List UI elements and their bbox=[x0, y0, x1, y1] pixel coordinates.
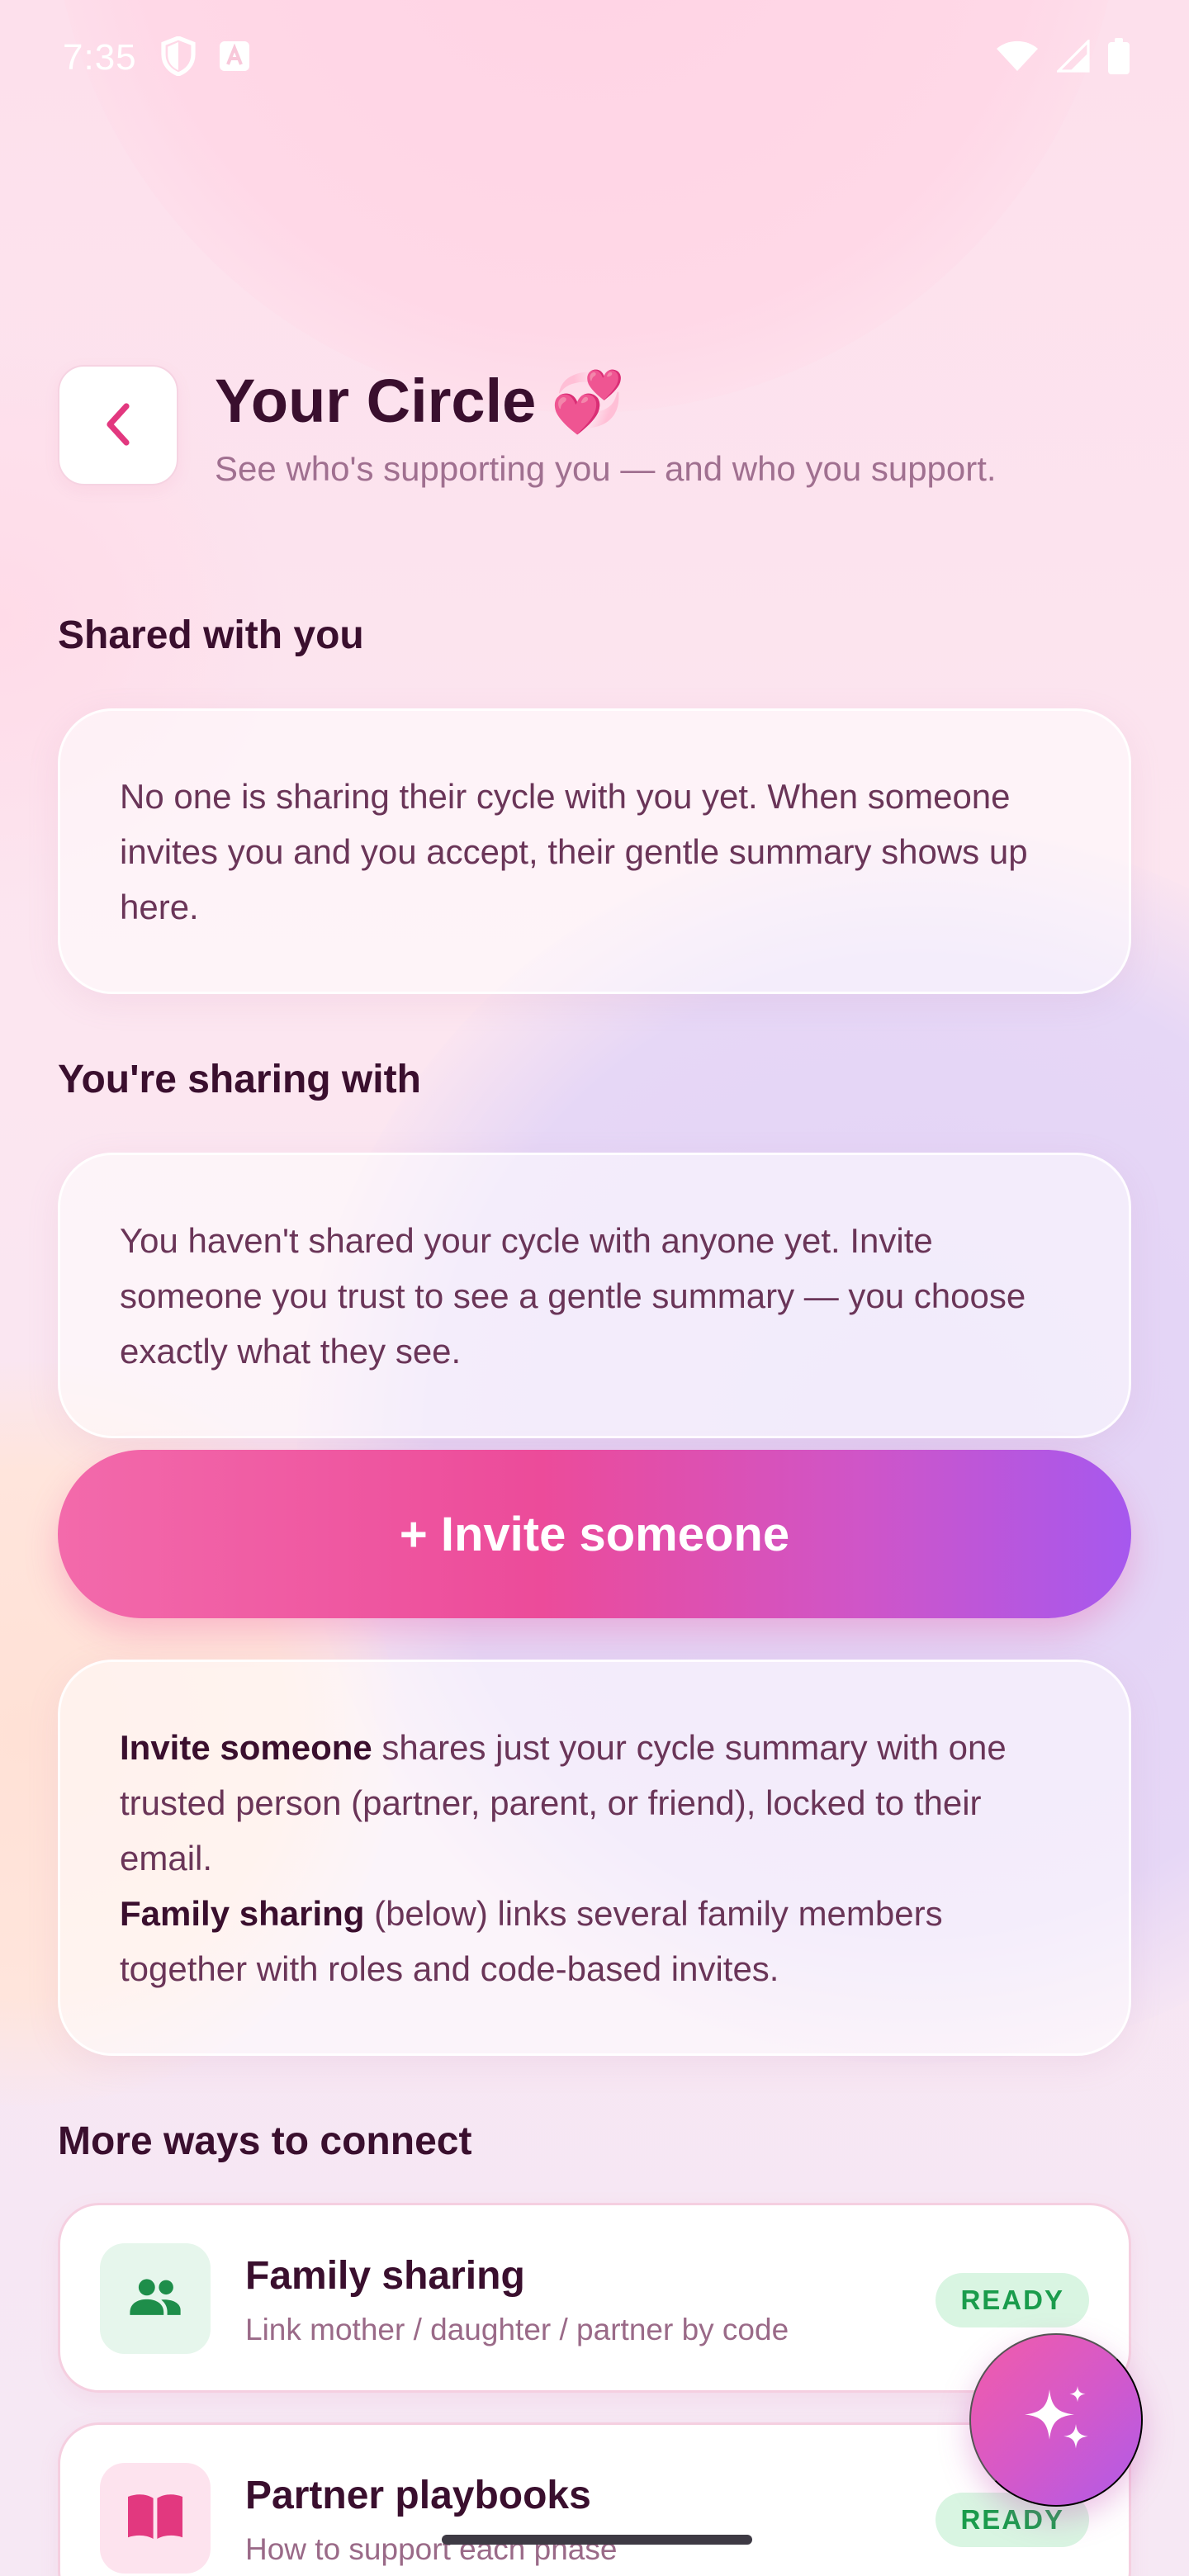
shared-with-you-empty-card: No one is sharing their cycle with you y… bbox=[58, 708, 1131, 994]
page-subtitle: See who's supporting you — and who you s… bbox=[215, 449, 997, 488]
ai-assistant-fab[interactable] bbox=[969, 2333, 1143, 2507]
hearts-emoji: 💞 bbox=[551, 367, 625, 437]
family-sharing-term: Family sharing bbox=[120, 1894, 365, 1933]
wifi-icon bbox=[996, 40, 1039, 77]
shared-with-you-empty-text: No one is sharing their cycle with you y… bbox=[120, 777, 1028, 926]
feature-title: Family sharing bbox=[245, 2254, 525, 2298]
book-icon bbox=[126, 2489, 185, 2548]
battery-icon bbox=[1108, 37, 1130, 78]
status-time: 7:35 bbox=[63, 37, 137, 78]
sharing-info-card: Invite someone shares just your cycle su… bbox=[58, 1660, 1131, 2056]
page-header: Your Circle 💞 See who's supporting you —… bbox=[58, 365, 1131, 497]
invite-someone-button[interactable]: + Invite someone bbox=[58, 1450, 1131, 1618]
people-icon bbox=[126, 2268, 184, 2330]
back-button[interactable] bbox=[58, 365, 178, 485]
section-title-shared-with-you: Shared with you bbox=[58, 613, 364, 657]
page-title-text: Your Circle bbox=[215, 367, 537, 435]
feature-icon-tile bbox=[100, 2243, 211, 2354]
feature-partner-playbooks[interactable]: Partner playbooks How to support each ph… bbox=[58, 2422, 1131, 2576]
status-badge: READY bbox=[936, 2273, 1089, 2327]
sharing-with-empty-card: You haven't shared your cycle with anyon… bbox=[58, 1153, 1131, 1438]
page-title: Your Circle 💞 bbox=[215, 365, 625, 438]
home-indicator[interactable] bbox=[442, 2535, 752, 2545]
section-title-sharing-with: You're sharing with bbox=[58, 1058, 421, 1101]
sharing-with-empty-text: You haven't shared your cycle with anyon… bbox=[120, 1221, 1026, 1371]
feature-title: Partner playbooks bbox=[245, 2474, 591, 2517]
shield-icon bbox=[160, 35, 197, 80]
cell-signal-icon bbox=[1055, 37, 1090, 77]
feature-family-sharing[interactable]: Family sharing Link mother / daughter / … bbox=[58, 2203, 1131, 2393]
text-a-icon bbox=[219, 40, 249, 75]
feature-icon-tile bbox=[100, 2463, 211, 2574]
sparkle-icon bbox=[1016, 2379, 1096, 2461]
section-title-more-ways: More ways to connect bbox=[58, 2119, 472, 2163]
feature-description: Link mother / daughter / partner by code bbox=[245, 2313, 789, 2346]
invite-someone-term: Invite someone bbox=[120, 1728, 372, 1767]
status-bar: 7:35 bbox=[0, 0, 1189, 116]
sharing-info-text: Invite someone shares just your cycle su… bbox=[120, 1720, 1069, 1996]
chevron-left-icon bbox=[100, 401, 136, 450]
